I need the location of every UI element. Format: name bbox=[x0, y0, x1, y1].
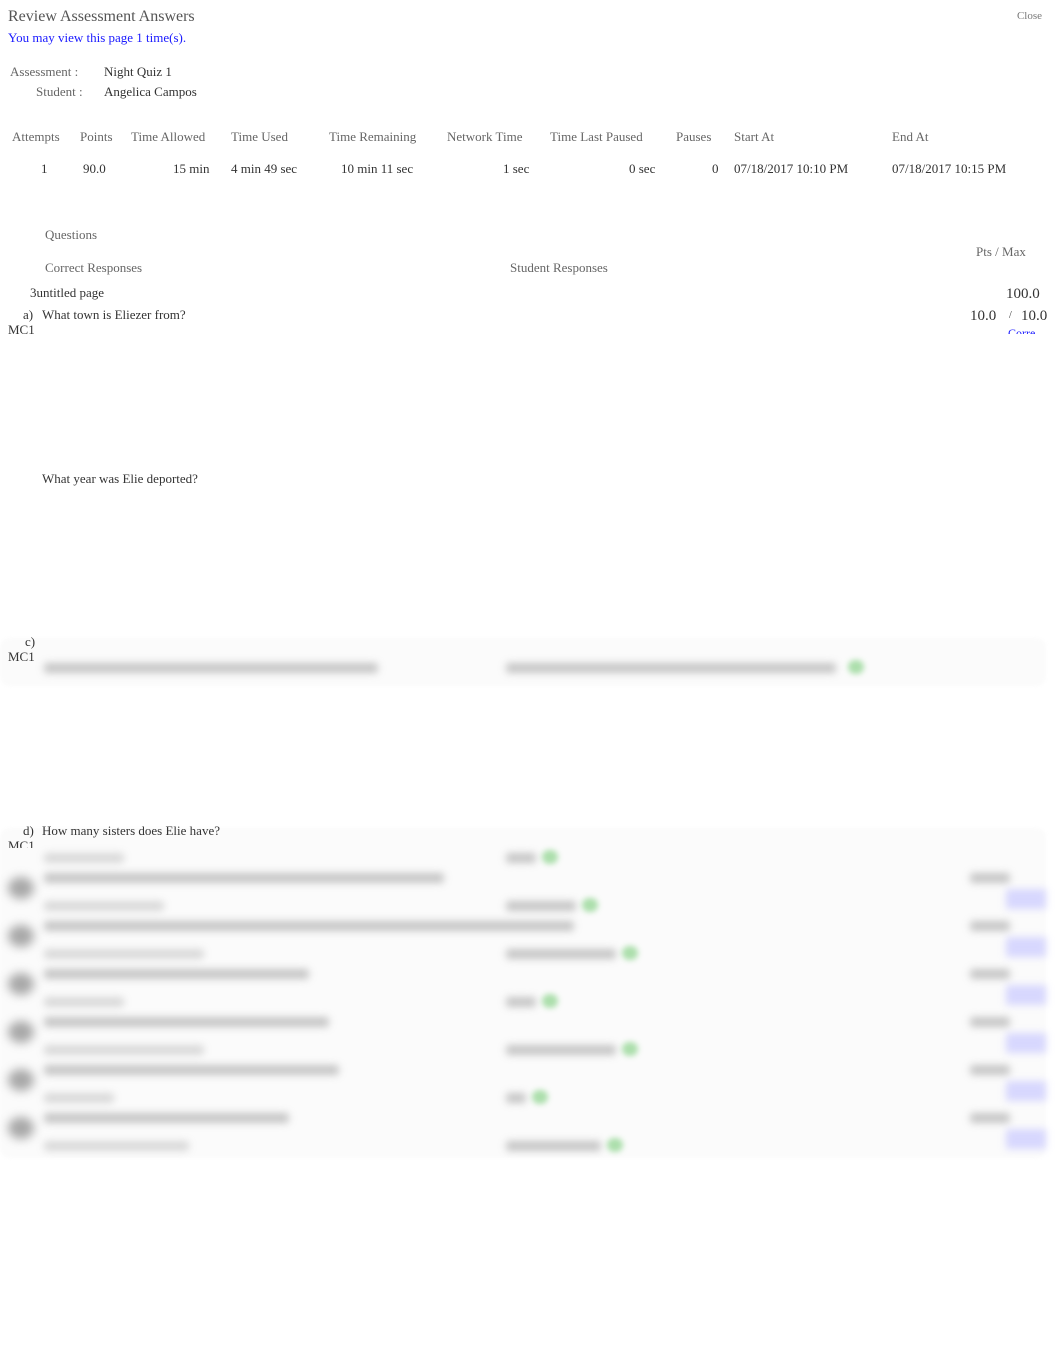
assessment-value: Night Quiz 1 bbox=[104, 64, 172, 79]
summary-value: 1 sec bbox=[503, 161, 530, 176]
correct-responses-header: Correct Responses bbox=[45, 260, 143, 275]
pts-separator: / bbox=[1009, 310, 1012, 321]
student-label: Student : bbox=[36, 84, 83, 99]
summary-header: Attempts bbox=[12, 129, 60, 144]
question-a-text: What town is Eliezer from? bbox=[42, 307, 186, 322]
questions-header: Questions bbox=[45, 227, 97, 242]
correct-link[interactable]: Corre bbox=[1008, 326, 1035, 334]
summary-header: Points bbox=[80, 129, 113, 144]
view-notice: You may view this page 1 time(s). bbox=[8, 30, 187, 45]
summary-value: 07/18/2017 10:15 PM bbox=[892, 161, 1007, 176]
blurred-question-c bbox=[0, 638, 1046, 686]
summary-value: 0 bbox=[712, 161, 719, 176]
student-responses-header: Student Responses bbox=[510, 260, 608, 275]
question-a-letter: a) bbox=[23, 307, 34, 322]
pts-max-header: Pts / Max bbox=[976, 244, 1026, 259]
question-d-text: How many sisters does Elie have? bbox=[42, 823, 220, 838]
summary-header: Network Time bbox=[447, 129, 523, 144]
summary-header: Start At bbox=[734, 129, 775, 144]
summary-value: 4 min 49 sec bbox=[231, 161, 298, 176]
summary-value: 0 sec bbox=[629, 161, 656, 176]
summary-value: 90.0 bbox=[83, 161, 106, 176]
summary-value: 07/18/2017 10:10 PM bbox=[734, 161, 849, 176]
summary-header: Time Remaining bbox=[329, 129, 417, 144]
summary-header: End At bbox=[892, 129, 929, 144]
summary-header: Time Allowed bbox=[131, 129, 206, 144]
summary-header: Time Last Paused bbox=[550, 129, 643, 144]
question-d-letter: d) bbox=[23, 823, 34, 838]
summary-value: 1 bbox=[41, 161, 48, 176]
question-b-text: What year was Elie deported? bbox=[42, 471, 198, 486]
summary-header: Pauses bbox=[676, 129, 712, 144]
question-c-letter: c) bbox=[25, 634, 36, 649]
page-title: Review Assessment Answers bbox=[8, 8, 195, 25]
assessment-label: Assessment : bbox=[10, 64, 79, 79]
question-d-type: MC1 bbox=[8, 838, 35, 848]
question-a-pts: 10.0 bbox=[970, 308, 997, 324]
page-total: 100.0 bbox=[1006, 286, 1040, 302]
question-a-type: MC1 bbox=[8, 322, 35, 334]
page-name: 3untitled page bbox=[30, 285, 105, 300]
close-button[interactable]: Close bbox=[1017, 10, 1042, 22]
student-value: Angelica Campos bbox=[104, 84, 197, 99]
summary-value: 10 min 11 sec bbox=[341, 161, 414, 176]
summary-header: Time Used bbox=[231, 129, 288, 144]
question-c-type: MC1 bbox=[8, 649, 35, 664]
summary-value: 15 min bbox=[173, 161, 210, 176]
question-a-max: 10.0 bbox=[1021, 308, 1048, 324]
